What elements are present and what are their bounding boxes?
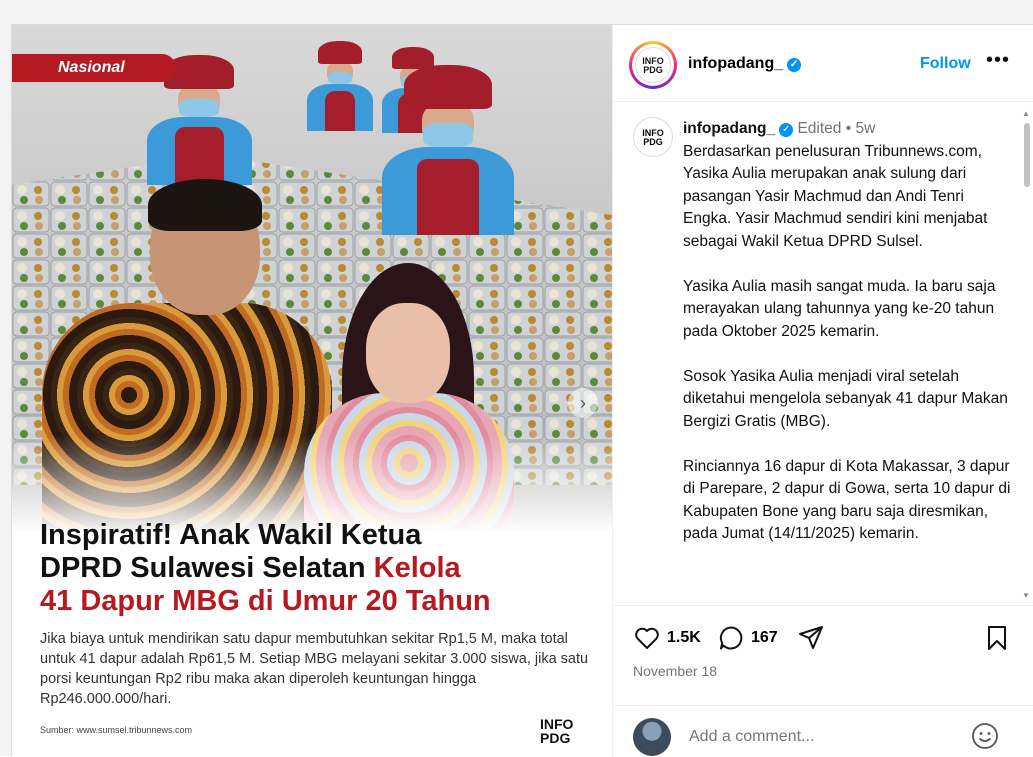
scroll-down-arrow-icon[interactable]: ▼ [1022, 591, 1030, 600]
next-slide-button[interactable]: › [568, 388, 598, 418]
like-button[interactable]: 1.5K [633, 624, 701, 652]
emoji-icon[interactable] [971, 722, 999, 750]
infopdg-logo: INFO PDG [540, 716, 574, 746]
media-source: Sumber: www.sumsel.tribunnews.com [40, 725, 193, 735]
headline-line: DPRD Sulawesi Selatan Kelola [40, 552, 461, 584]
scrollbar-thumb[interactable] [1024, 123, 1030, 187]
profile-avatar[interactable]: INFO PDG [629, 41, 677, 89]
comment-bar [613, 705, 1033, 757]
post-side-panel: INFO PDG infopadang_ ✓ Follow ••• INFO PDG … [612, 25, 1033, 757]
instagram-post: Nasional › Inspiratif! Anak Wakil Ketua … [11, 24, 1033, 757]
chevron-right-icon: › [580, 393, 586, 413]
worker-figure [146, 55, 252, 185]
post-header: INFO PDG infopadang_ ✓ Follow ••• [613, 25, 1033, 102]
send-icon [797, 624, 825, 652]
worker-figure [307, 41, 373, 131]
caption-username[interactable]: infopadang_ [683, 120, 775, 137]
caption-text: Berdasarkan penelusuran Tribunnews.com, … [683, 142, 1011, 543]
verified-badge-icon: ✓ [779, 123, 794, 137]
comment-input[interactable] [689, 724, 959, 750]
save-button[interactable] [983, 624, 1017, 652]
post-date[interactable]: November 18 [633, 663, 717, 679]
share-button[interactable] [797, 624, 831, 652]
caption-scroll-area[interactable]: INFO PDG infopadang_ ✓ Edited • 5w Berdasa… [613, 103, 1033, 605]
comment-button[interactable]: 167 [717, 624, 778, 652]
heart-icon [633, 624, 661, 652]
scroll-up-arrow-icon[interactable]: ▲ [1022, 109, 1030, 118]
bookmark-icon [983, 624, 1011, 652]
verified-badge-icon: ✓ [787, 58, 802, 72]
action-bar: 1.5K 167 [613, 605, 1033, 665]
follow-button[interactable]: Follow [920, 55, 971, 73]
more-options-icon[interactable]: ••• [986, 49, 1010, 72]
user-avatar [633, 718, 671, 756]
edited-label: Edited [797, 120, 842, 137]
caption-avatar[interactable]: INFO PDG [633, 117, 673, 157]
media-headline: Inspiratif! Anak Wakil Ketua DPRD Sulawe… [40, 519, 600, 618]
profile-username[interactable]: infopadang_ ✓ [688, 55, 802, 73]
caption: infopadang_ ✓ Edited • 5w Berdasarkan pen… [683, 118, 1013, 546]
headline-line: Inspiratif! Anak Wakil Ketua [40, 519, 422, 551]
infopdg-logo: INFO PDG [635, 47, 671, 83]
caption-scrollbar[interactable]: ▲ ▼ [1019, 103, 1033, 605]
page-background: Nasional › Inspiratif! Anak Wakil Ketua … [0, 0, 1033, 757]
headline-line: 41 Dapur MBG di Umur 20 Tahun [40, 585, 491, 617]
media-description: Jika biaya untuk mendirikan satu dapur m… [40, 631, 589, 707]
like-count: 1.5K [667, 629, 701, 646]
post-age[interactable]: 5w [855, 120, 875, 137]
comment-count: 167 [751, 629, 778, 646]
worker-figure [382, 65, 514, 235]
post-photo [12, 25, 612, 530]
category-badge: Nasional [12, 54, 176, 82]
post-media[interactable]: Nasional › Inspiratif! Anak Wakil Ketua … [12, 25, 612, 757]
comment-bubble-icon [717, 624, 745, 652]
